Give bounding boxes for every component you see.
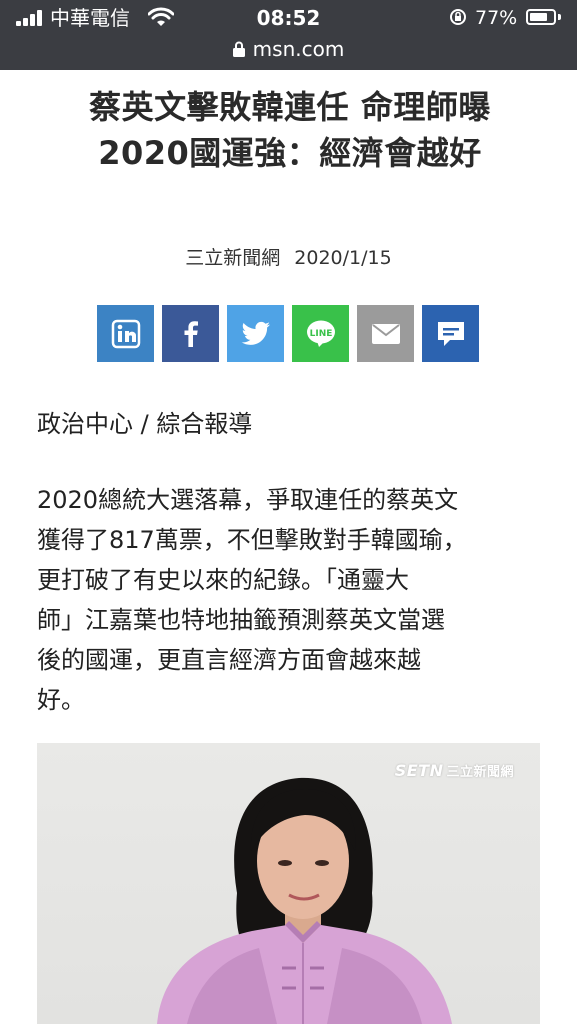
line-share-button[interactable]: LINE: [292, 305, 349, 362]
watermark-name: 三立新聞網: [446, 765, 514, 780]
body-line: 好。: [37, 686, 85, 714]
linkedin-icon: [111, 319, 140, 348]
body-line: 2020總統大選落幕，爭取連任的蔡英文: [37, 486, 459, 514]
battery-nub: [558, 14, 561, 20]
watermark-brand: SETN: [394, 761, 444, 780]
article-meta: 三立新聞網 2020/1/15: [0, 244, 577, 272]
article-source[interactable]: 三立新聞網: [185, 247, 280, 269]
body-line: 更打破了有史以來的紀錄。「通靈大: [37, 566, 409, 594]
image-watermark: SETN 三立新聞網: [395, 761, 514, 780]
body-line: 師」江嘉葉也特地抽籤預測蔡英文當選: [37, 606, 445, 634]
twitter-icon: [241, 321, 270, 345]
facebook-share-button[interactable]: [162, 305, 219, 362]
url-bar[interactable]: msn.com: [0, 36, 577, 64]
article-body: 2020總統大選落幕，爭取連任的蔡英文 獲得了817萬票，不但擊敗對手韓國瑜， …: [37, 480, 542, 720]
linkedin-share-button[interactable]: [97, 305, 154, 362]
email-share-button[interactable]: [357, 305, 414, 362]
article-date: 2020/1/15: [294, 247, 392, 269]
headline-line: 蔡英文擊敗韓連任 命理師曝: [89, 88, 491, 126]
status-bar: 中華電信 08:52 77%: [0, 0, 577, 36]
line-icon-label: LINE: [309, 329, 332, 339]
battery-icon: [526, 9, 556, 25]
comment-icon: [437, 321, 464, 346]
fortune-teller-portrait: [157, 777, 452, 1024]
secure-lock-icon: [232, 41, 245, 57]
article-headline: 蔡英文擊敗韓連任 命理師曝 2020國運強：經濟會越好: [20, 84, 560, 176]
article-byline: 政治中心 / 綜合報導: [37, 410, 253, 438]
line-icon: LINE: [306, 320, 335, 347]
article-photo[interactable]: SETN 三立新聞網: [37, 743, 540, 1024]
battery-percentage: 77%: [475, 7, 518, 29]
twitter-share-button[interactable]: [227, 305, 284, 362]
rotation-lock-icon: [450, 9, 466, 25]
headline-line: 2020國運強：經濟會越好: [98, 134, 482, 172]
mail-icon: [371, 323, 400, 344]
browser-top-bar: 中華電信 08:52 77% msn.com: [0, 0, 577, 70]
comment-share-button[interactable]: [422, 305, 479, 362]
body-line: 獲得了817萬票，不但擊敗對手韓國瑜，: [37, 526, 467, 554]
body-line: 後的國運，更直言經濟方面會越來越: [37, 646, 421, 674]
url-domain: msn.com: [252, 37, 345, 61]
facebook-icon: [184, 320, 198, 347]
battery-level-fill: [530, 13, 547, 21]
